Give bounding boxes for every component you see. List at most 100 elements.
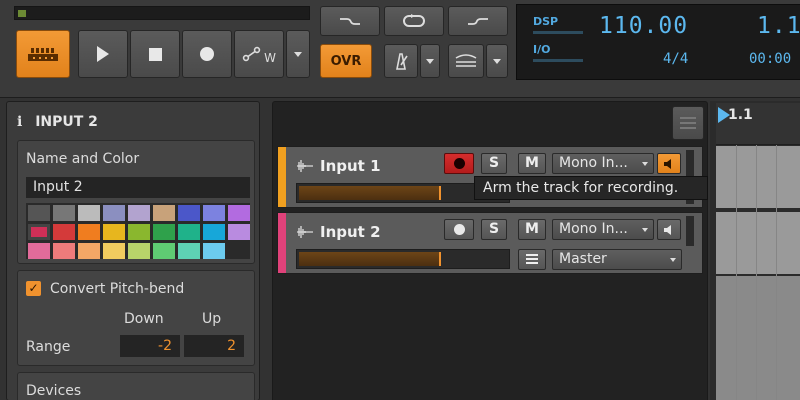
dsp-label: DSP [533,15,559,28]
color-swatch[interactable] [78,243,100,259]
info-icon: i [17,114,23,130]
cpu-meter [14,6,310,20]
metronome-icon [396,53,408,70]
color-swatch[interactable] [28,243,50,259]
convert-pitch-bend-label: Convert Pitch-bend [50,281,185,297]
time-value[interactable]: 00:00 [749,51,791,67]
output-selector[interactable]: Master [552,249,682,270]
color-swatch[interactable] [178,224,200,240]
metronome-dropdown[interactable] [420,44,440,78]
color-swatch[interactable] [203,205,225,221]
track-color-strip [278,213,286,273]
overdub-button[interactable]: OVR [320,44,372,78]
down-label: Down [124,311,164,327]
color-swatch[interactable] [53,224,75,240]
color-palette [26,203,250,259]
color-swatch[interactable] [153,243,175,259]
audio-waveform-icon [297,226,313,238]
punch-out-button[interactable] [448,6,508,36]
track-name[interactable]: Input 2 [320,223,381,241]
metronome-button[interactable] [384,44,418,78]
color-swatch[interactable] [103,243,125,259]
color-swatch[interactable] [53,205,75,221]
solo-button[interactable]: S [481,219,507,240]
stop-button[interactable] [130,30,180,78]
position-value[interactable]: 1.1 [757,13,800,39]
piano-grid-icon [28,48,58,61]
monitor-button[interactable] [657,219,681,240]
automation-write-button[interactable]: W [234,30,284,78]
color-swatch[interactable] [178,205,200,221]
devices-section: Devices [17,372,255,400]
layout-toggle-button[interactable] [16,30,70,78]
play-button[interactable] [78,30,128,78]
color-swatch[interactable] [153,205,175,221]
tempo-value[interactable]: 110.00 [599,13,688,39]
color-swatch[interactable] [103,224,125,240]
range-label: Range [26,339,71,355]
arm-button[interactable] [444,153,474,174]
menu-icon [526,254,538,264]
time-signature-value[interactable]: 4/4 [663,51,688,67]
record-icon [453,158,465,169]
input-selector-label: Mono In... [559,221,628,237]
color-swatch[interactable] [203,243,225,259]
color-swatch[interactable] [103,205,125,221]
arm-button[interactable] [444,219,474,240]
range-up-field[interactable]: 2 [184,335,244,357]
devices-label[interactable]: Devices [26,383,81,399]
mute-button[interactable]: M [518,219,546,240]
inspector-header: i INPUT 2 [17,114,98,130]
loop-button[interactable] [384,6,444,36]
color-swatch[interactable] [178,243,200,259]
arranger-empty-area[interactable] [716,276,800,400]
inspector-panel: i INPUT 2 Name and Color Input 2 ✓ Conve… [6,101,260,400]
chevron-down-icon [294,51,302,57]
arranger-lane-track-1[interactable] [716,146,800,208]
input-selector[interactable]: Mono In... [552,219,654,240]
color-swatch[interactable] [53,243,75,259]
color-swatch[interactable] [78,205,100,221]
tooltip: Arm the track for recording. [474,176,708,200]
overdub-label: OVR [330,53,362,69]
track-list-options-button[interactable] [672,106,704,140]
groove-dropdown[interactable] [486,44,508,78]
input-selector-label: Mono In... [559,155,628,171]
track-input-2[interactable]: Input 2 S M Mono In... Master [277,212,703,274]
mute-button[interactable]: M [518,153,546,174]
color-swatch[interactable] [28,205,50,221]
color-swatch[interactable] [128,243,150,259]
color-swatch[interactable] [228,205,250,221]
chevron-down-icon [642,228,648,232]
track-name[interactable]: Input 1 [320,157,381,175]
level-meter [686,216,694,246]
track-menu-button[interactable] [518,249,546,270]
io-label: I/O [533,43,551,56]
monitor-button[interactable] [657,153,681,174]
convert-pitch-bend-checkbox[interactable]: ✓ [26,281,41,296]
color-swatch[interactable] [128,224,150,240]
color-swatch[interactable] [203,224,225,240]
color-swatch[interactable] [228,243,250,259]
color-swatch[interactable] [128,205,150,221]
volume-fader[interactable] [296,249,510,269]
range-down-field[interactable]: -2 [120,335,180,357]
chevron-down-icon [493,58,501,64]
arranger-lane-track-2[interactable] [716,212,800,274]
record-icon [200,47,214,61]
groove-button[interactable] [448,44,484,78]
color-swatch[interactable] [153,224,175,240]
solo-button[interactable]: S [481,153,507,174]
track-color-strip [278,147,286,207]
record-button[interactable] [182,30,232,78]
color-swatch[interactable] [228,224,250,240]
speaker-icon [664,158,671,169]
input-selector[interactable]: Mono In... [552,153,654,174]
loop-off-button[interactable] [320,6,380,36]
color-swatch[interactable] [78,224,100,240]
name-color-section: Name and Color Input 2 [17,140,255,264]
color-swatch[interactable] [28,224,50,240]
timeline-ruler[interactable]: 1.1 [716,103,800,145]
track-name-field[interactable]: Input 2 [26,177,250,198]
automation-mode-dropdown[interactable] [286,30,310,78]
